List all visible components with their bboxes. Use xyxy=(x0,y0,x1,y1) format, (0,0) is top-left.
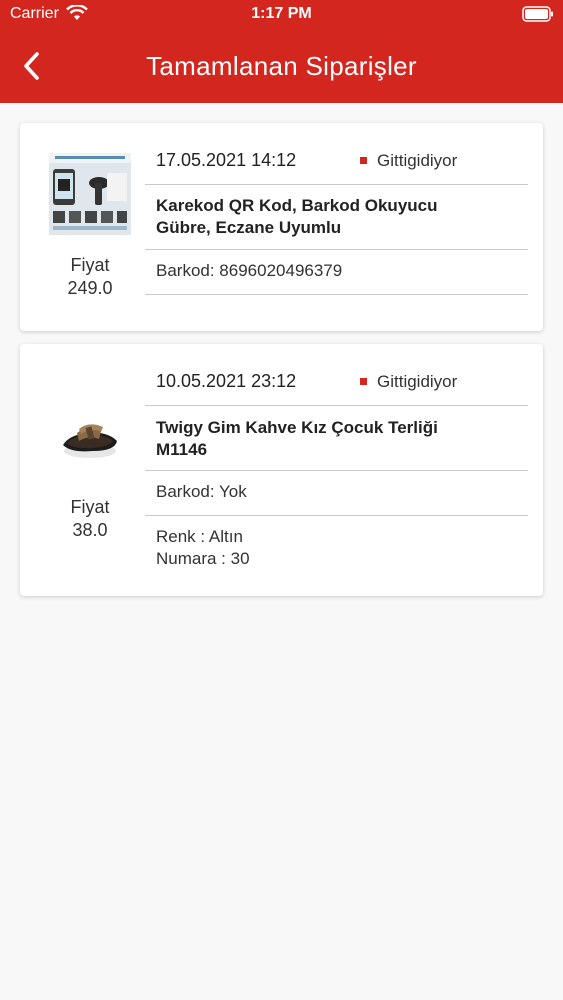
order-source: Gittigidiyor xyxy=(377,151,458,170)
product-title-line: Gübre, Eczane Uyumlu xyxy=(156,218,342,237)
order-info: 10.05.2021 23:12 Gittigidiyor Twigy Gim … xyxy=(145,344,528,586)
barcode-text: Barkod: 8696020496379 xyxy=(156,261,343,280)
order-source: Gittigidiyor xyxy=(377,372,458,391)
source-bullet-icon xyxy=(360,157,367,164)
chevron-left-icon xyxy=(24,52,39,80)
source-bullet-icon xyxy=(360,378,367,385)
product-title-row: Twigy Gim Kahve Kız Çocuk Terliği M1146 xyxy=(145,406,528,471)
price-label: Fiyat xyxy=(70,497,110,517)
order-card[interactable]: Fiyat 38.0 10.05.2021 23:12 Gittigidiyor… xyxy=(20,344,543,596)
order-date: 17.05.2021 14:12 xyxy=(156,150,297,170)
product-title: Twigy Gim Kahve Kız Çocuk Terliği M1146 xyxy=(156,417,516,461)
color-attribute: Renk : Altın xyxy=(156,527,243,546)
product-title-line: M1146 xyxy=(156,440,208,459)
product-title-line: Karekod QR Kod, Barkod Okuyucu xyxy=(156,196,438,215)
page-title: Tamamlanan Siparişler xyxy=(146,51,417,81)
barcode-row: Barkod: 8696020496379 xyxy=(145,250,528,295)
order-meta-row: 17.05.2021 14:12 Gittigidiyor xyxy=(145,123,528,185)
price-value: 38.0 xyxy=(72,520,108,540)
order-card[interactable]: Fiyat 249.0 17.05.2021 14:12 Gittigidiyo… xyxy=(20,123,543,331)
status-time: 1:17 PM xyxy=(251,5,312,22)
size-attribute: Numara : 30 xyxy=(156,549,250,568)
product-title-line: Twigy Gim Kahve Kız Çocuk Terliği xyxy=(156,418,438,437)
price-label: Fiyat xyxy=(70,255,110,275)
product-image xyxy=(49,153,131,235)
barcode-text: Barkod: Yok xyxy=(156,482,247,501)
battery-icon xyxy=(522,6,553,22)
price-value: 249.0 xyxy=(67,278,113,298)
attributes-row: Renk : Altın Numara : 30 xyxy=(145,516,528,586)
barcode-row: Barkod: Yok xyxy=(145,471,528,516)
product-title: Karekod QR Kod, Barkod Okuyucu Gübre, Ec… xyxy=(156,195,516,239)
status-bar: Carrier 1:17 PM xyxy=(0,0,563,30)
back-button[interactable] xyxy=(12,48,52,84)
product-image xyxy=(49,399,131,481)
app-header: Carrier 1:17 PM Tamamlanan Siparişler xyxy=(0,0,563,103)
order-meta-row: 10.05.2021 23:12 Gittigidiyor xyxy=(145,344,528,406)
order-date: 10.05.2021 23:12 xyxy=(156,371,297,391)
order-info: 17.05.2021 14:12 Gittigidiyor Karekod QR… xyxy=(145,123,528,295)
product-title-row: Karekod QR Kod, Barkod Okuyucu Gübre, Ec… xyxy=(145,185,528,250)
